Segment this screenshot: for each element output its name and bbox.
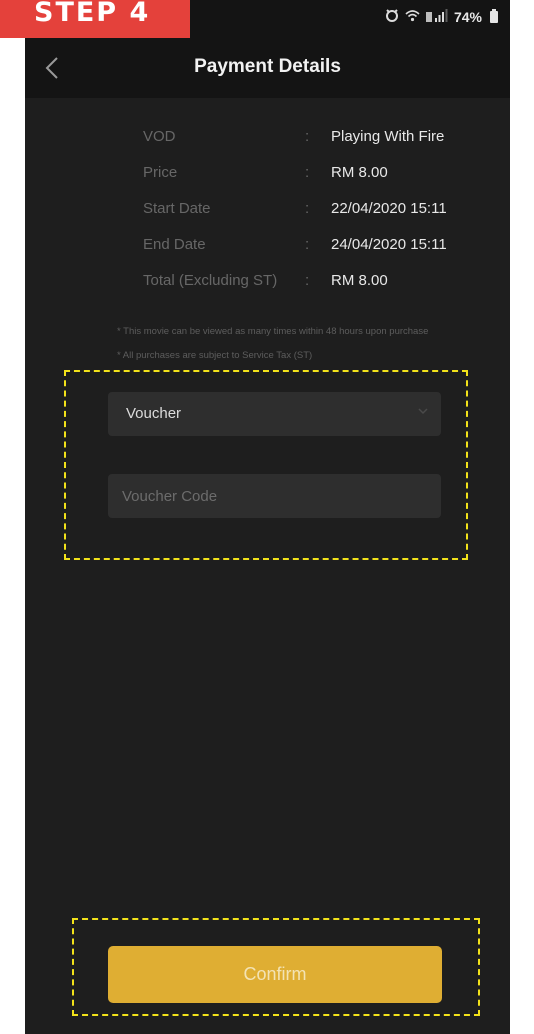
detail-value: 24/04/2020 15:11 xyxy=(331,236,447,253)
detail-row: Total (Excluding ST): RM 8.00 xyxy=(143,270,510,306)
page-title: Payment Details xyxy=(194,56,341,77)
detail-row: Start Date: 22/04/2020 15:11 xyxy=(143,198,510,234)
detail-row: Price: RM 8.00 xyxy=(143,162,510,198)
detail-colon: : xyxy=(305,236,310,253)
alarm-icon xyxy=(385,8,399,25)
detail-label: VOD xyxy=(143,128,176,145)
viewing-note: * This movie can be viewed as many times… xyxy=(117,326,429,337)
wifi-icon xyxy=(405,9,420,25)
detail-label: End Date xyxy=(143,236,206,253)
detail-label: Price xyxy=(143,164,178,181)
detail-colon: : xyxy=(305,164,310,181)
detail-colon: : xyxy=(305,128,310,145)
detail-label: Total (Excluding ST) xyxy=(143,272,278,289)
payment-method-value: Voucher xyxy=(126,405,182,422)
payment-details-list: VOD: Playing With Fire Price: RM 8.00 Start … xyxy=(143,126,510,306)
tax-note: * All purchases are subject to Service T… xyxy=(117,350,313,361)
voucher-code-input[interactable] xyxy=(108,474,441,518)
detail-label: Start Date xyxy=(143,200,211,217)
detail-value: RM 8.00 xyxy=(331,164,388,181)
status-icons: 74% xyxy=(385,8,498,25)
detail-row: VOD: Playing With Fire xyxy=(143,126,510,162)
app-bar: Payment Details xyxy=(25,38,510,98)
detail-value: 22/04/2020 15:11 xyxy=(331,200,447,217)
detail-value: RM 8.00 xyxy=(331,272,388,289)
step-banner: STEP 4 xyxy=(0,0,190,38)
detail-colon: : xyxy=(305,200,310,217)
detail-value: Playing With Fire xyxy=(331,128,445,145)
detail-row: End Date: 24/04/2020 15:11 xyxy=(143,234,510,270)
battery-icon xyxy=(490,8,498,23)
signal-icon xyxy=(425,8,448,25)
battery-percent: 74% xyxy=(453,8,482,25)
detail-colon: : xyxy=(305,272,310,289)
confirm-button[interactable]: Confirm xyxy=(108,946,442,1003)
payment-method-select[interactable]: Voucher xyxy=(108,392,441,436)
chevron-down-icon xyxy=(418,408,428,415)
